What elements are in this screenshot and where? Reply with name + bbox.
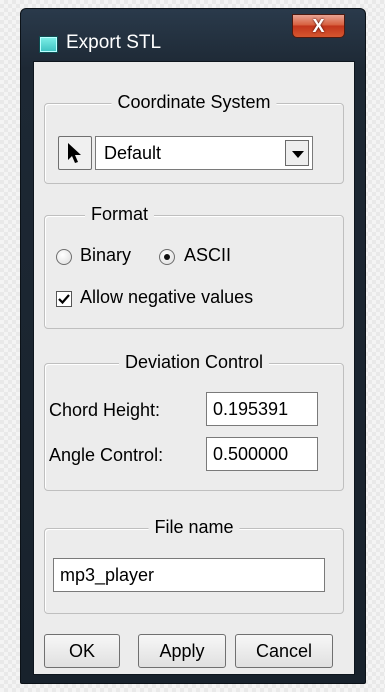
ascii-radio[interactable]	[159, 249, 175, 265]
export-stl-window: Export STL X Coordinate System Default F…	[20, 8, 366, 684]
check-icon	[58, 294, 70, 305]
binary-radio[interactable]	[56, 249, 72, 265]
title-bar[interactable]: Export STL X	[21, 9, 365, 61]
angle-control-input[interactable]: 0.500000	[206, 437, 318, 471]
coordinate-system-group: Coordinate System Default	[44, 92, 344, 184]
file-name-input[interactable]: mp3_player	[53, 558, 325, 592]
apply-button[interactable]: Apply	[138, 634, 226, 668]
coordinate-system-select[interactable]: Default	[95, 136, 313, 170]
binary-label: Binary	[80, 245, 132, 265]
file-name-group: File name mp3_player	[44, 517, 344, 614]
pick-coordinate-system-button[interactable]	[58, 136, 92, 170]
coordinate-system-value: Default	[104, 143, 162, 163]
app-icon	[39, 36, 58, 53]
chord-height-label: Chord Height:	[49, 400, 161, 420]
ok-button[interactable]: OK	[44, 634, 120, 668]
deviation-control-group: Deviation Control Chord Height: 0.195391…	[44, 352, 344, 491]
format-legend: Format	[85, 204, 155, 225]
allow-negative-label: Allow negative values	[80, 287, 254, 307]
deviation-control-legend: Deviation Control	[118, 352, 270, 373]
format-group: Format Binary ASCII Allow negative value…	[44, 204, 344, 329]
cancel-button[interactable]: Cancel	[235, 634, 333, 668]
cursor-arrow-icon	[68, 143, 81, 163]
ascii-label: ASCII	[184, 245, 232, 265]
dialog-body: Coordinate System Default Format Binary …	[33, 61, 355, 675]
coordinate-system-legend: Coordinate System	[111, 92, 277, 113]
window-title: Export STL	[66, 32, 162, 53]
chevron-down-icon[interactable]	[285, 140, 309, 166]
angle-control-label: Angle Control:	[49, 445, 164, 465]
file-name-legend: File name	[148, 517, 240, 538]
allow-negative-checkbox[interactable]	[56, 291, 72, 307]
close-button[interactable]: X	[292, 14, 345, 38]
chord-height-input[interactable]: 0.195391	[206, 392, 318, 426]
